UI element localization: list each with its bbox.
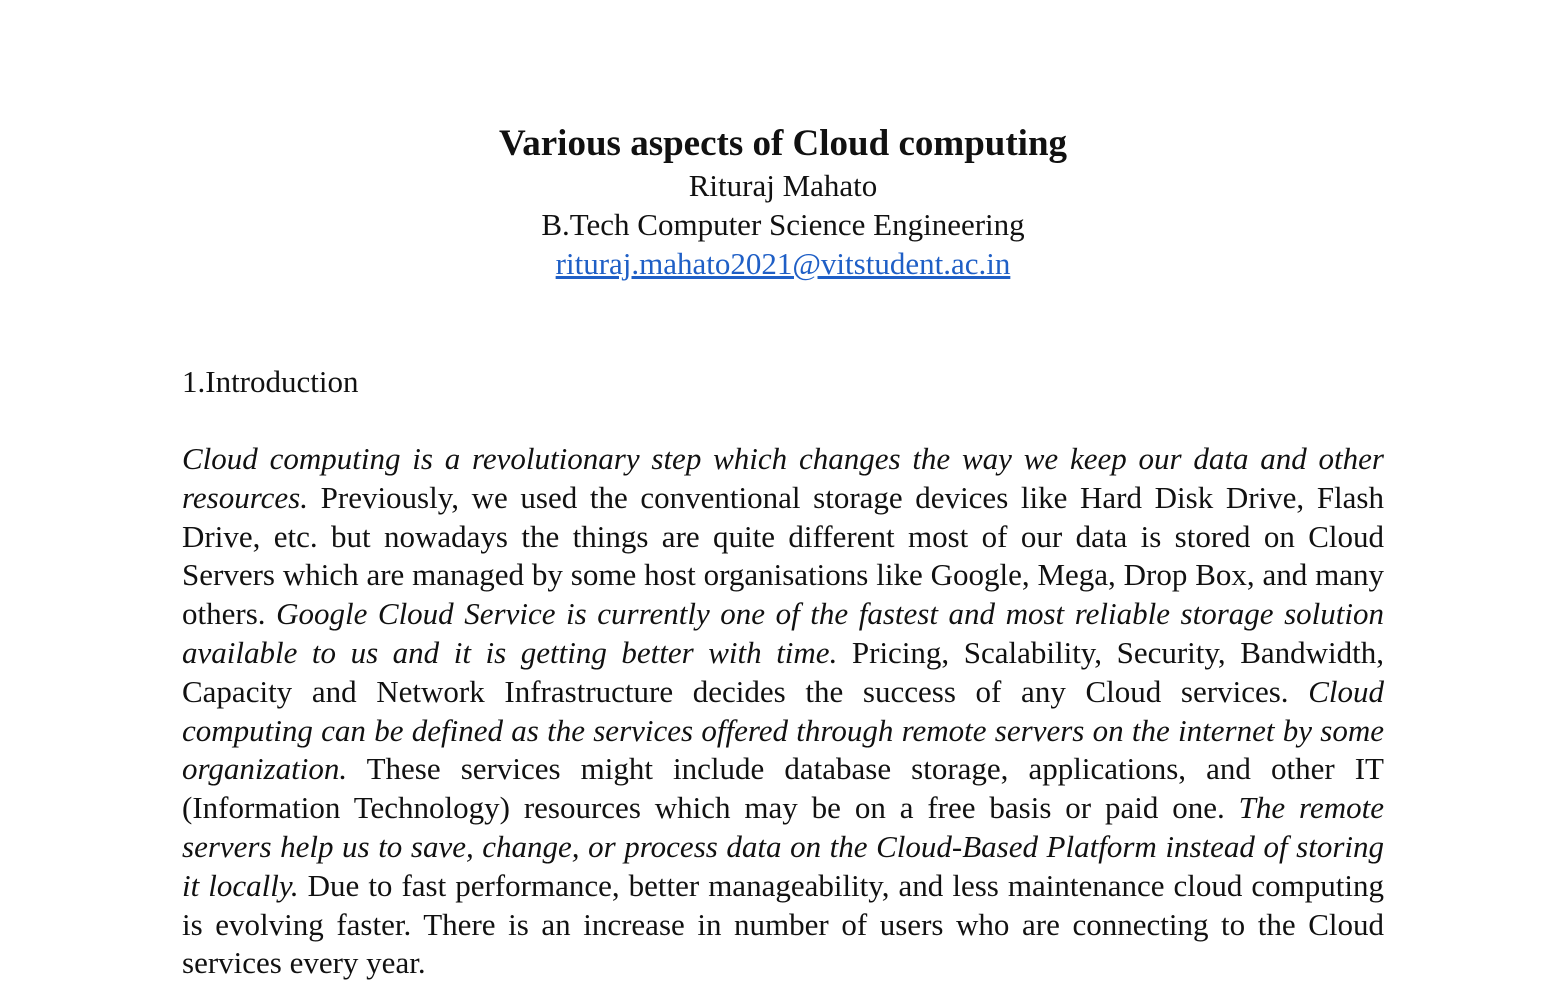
document-title: Various aspects of Cloud computing xyxy=(498,123,1068,164)
section-heading-introduction: 1.Introduction xyxy=(182,364,359,399)
paragraph-segment: Due to fast performance, better manageab… xyxy=(182,867,1384,981)
introduction-paragraph: Cloud computing is a revolutionary step … xyxy=(182,440,1384,983)
author-name: Rituraj Mahato xyxy=(688,168,878,203)
paragraph-segment: These services might include database st… xyxy=(182,751,1384,826)
author-affiliation: B.Tech Computer Science Engineering xyxy=(541,207,1025,242)
author-email-line: rituraj.mahato2021@vitstudent.ac.in xyxy=(182,244,1384,284)
author-email-link[interactable]: rituraj.mahato2021@vitstudent.ac.in xyxy=(556,246,1011,281)
document-header: Various aspects of Cloud computing Ritur… xyxy=(182,122,1384,284)
